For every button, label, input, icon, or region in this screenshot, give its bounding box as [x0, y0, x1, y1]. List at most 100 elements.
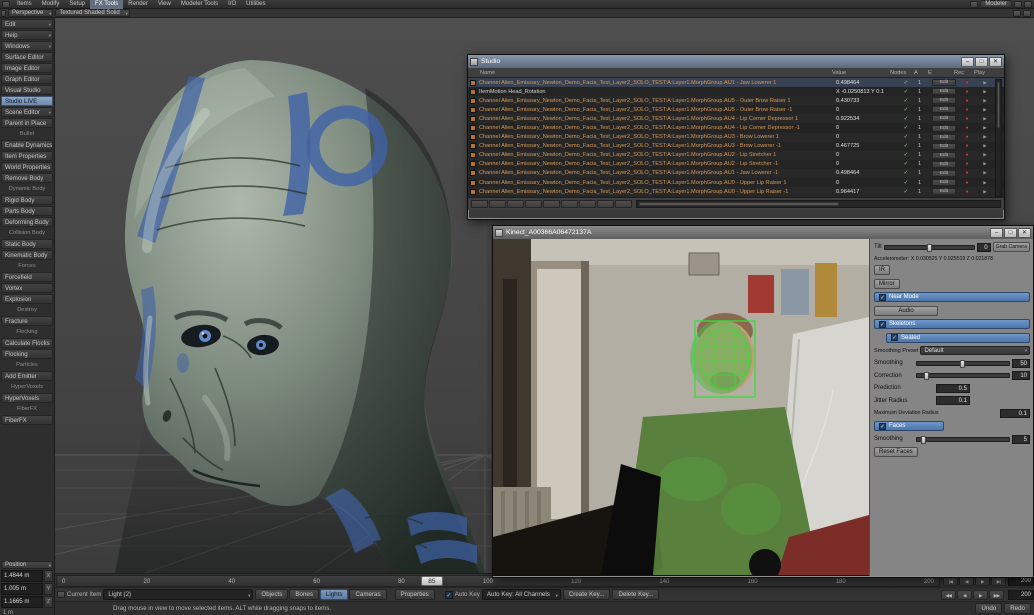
sidebar-item-enable-dynamics[interactable]: Enable Dynamics: [1, 140, 53, 150]
shading-mode-dropdown[interactable]: Textured Shaded Solid: [55, 9, 129, 17]
play-icon[interactable]: ▶: [976, 152, 994, 158]
record-icon[interactable]: ●: [958, 170, 976, 176]
smoothing-slider[interactable]: [916, 361, 1010, 366]
channel-row[interactable]: Channel Alien_Emissary_Newton_Demo_Facia…: [468, 123, 1004, 132]
seated-toggle[interactable]: ✓ Seated: [886, 333, 1030, 343]
record-icon[interactable]: ●: [958, 134, 976, 140]
modeler-button[interactable]: Modeler: [980, 0, 1012, 8]
play-icon[interactable]: ▶: [976, 89, 994, 95]
channel-row[interactable]: Channel Alien_Emissary_Newton_Demo_Facia…: [468, 96, 1004, 105]
play-icon[interactable]: ▶: [976, 161, 994, 167]
vertical-scrollbar[interactable]: [995, 79, 1002, 197]
studio-footer-button[interactable]: [615, 200, 632, 208]
channel-row[interactable]: Channel Alien_Emissary_Newton_Demo_Facia…: [468, 187, 1004, 196]
current-item-dropdown[interactable]: Light (2): [103, 589, 253, 600]
channel-value[interactable]: X -0.0250813 Y 0.1: [836, 89, 894, 95]
column-nodes[interactable]: Nodes: [890, 70, 914, 76]
column-name[interactable]: Name: [468, 70, 832, 76]
nodes-check-icon[interactable]: ✓: [894, 89, 918, 95]
record-icon[interactable]: ●: [958, 125, 976, 131]
tilt-slider[interactable]: [884, 245, 975, 250]
sidebar-item-vortex[interactable]: Vortex: [1, 283, 53, 293]
close-button[interactable]: ✕: [989, 57, 1002, 67]
sidebar-item-rigid-body[interactable]: Rigid Body: [1, 195, 53, 205]
sidebar-item-edit[interactable]: Edit: [1, 19, 53, 29]
kinect-window-titlebar[interactable]: Kinect_A00366A06472137A – □ ✕: [493, 226, 1033, 239]
menu-view[interactable]: View: [153, 0, 176, 9]
channel-value[interactable]: 0: [836, 152, 894, 158]
sidebar-item-fiberfx[interactable]: FiberFX: [1, 415, 53, 425]
studio-footer-button[interactable]: [597, 200, 614, 208]
grab-camera-button[interactable]: Grab Camera: [993, 242, 1030, 252]
skeletons-toggle[interactable]: ✓ Skeletons: [874, 319, 1030, 329]
edit-button[interactable]: Edit: [932, 79, 956, 86]
z-position-field[interactable]: 1.1665 m: [1, 596, 43, 608]
play-icon[interactable]: ▶: [976, 143, 994, 149]
transport-button[interactable]: ▶▶: [989, 590, 1004, 600]
minimize-button[interactable]: –: [961, 57, 974, 67]
close-button[interactable]: ✕: [1018, 228, 1031, 238]
edit-button[interactable]: Edit: [932, 88, 956, 95]
play-icon[interactable]: ▶: [976, 189, 994, 195]
menu-fx-tools[interactable]: FX Tools: [90, 0, 123, 9]
near-mode-toggle[interactable]: ✓ Near Mode: [874, 292, 1030, 302]
column-rec[interactable]: Rec: [954, 70, 974, 76]
channel-value[interactable]: 0: [836, 107, 894, 113]
x-axis-toggle[interactable]: X: [44, 570, 53, 582]
smoothing-preset-dropdown[interactable]: Default: [920, 346, 1030, 355]
nodes-check-icon[interactable]: ✓: [894, 125, 918, 131]
menu-items[interactable]: Items: [12, 0, 37, 9]
coordinate-mode-dropdown[interactable]: Position: [1, 561, 53, 569]
sidebar-item-scene-editor[interactable]: Scene Editor: [1, 107, 53, 117]
minimize-button[interactable]: –: [990, 228, 1003, 238]
play-icon[interactable]: ▶: [976, 170, 994, 176]
channel-row[interactable]: Channel Alien_Emissary_Newton_Demo_Facia…: [468, 133, 1004, 142]
studio-footer-button[interactable]: [525, 200, 542, 208]
sidebar-item-fracture[interactable]: Fracture: [1, 316, 53, 326]
sidebar-item-static-body[interactable]: Static Body: [1, 239, 53, 249]
correction-value[interactable]: 10: [1012, 371, 1030, 380]
y-position-field[interactable]: 1.005 m: [1, 583, 43, 595]
edit-button[interactable]: Edit: [932, 188, 956, 195]
studio-footer-button[interactable]: [579, 200, 596, 208]
record-icon[interactable]: ●: [958, 180, 976, 186]
menu-render[interactable]: Render: [123, 0, 153, 9]
sidebar-item-remove-body[interactable]: Remove Body: [1, 173, 53, 183]
studio-window-titlebar[interactable]: Studio – □ ✕: [468, 55, 1004, 68]
y-axis-toggle[interactable]: Y: [44, 583, 53, 595]
channel-value[interactable]: 0.430733: [836, 98, 894, 104]
play-icon[interactable]: ▶: [976, 125, 994, 131]
channel-value[interactable]: 0: [836, 161, 894, 167]
transport-button[interactable]: ◀◀: [941, 590, 956, 600]
column-e[interactable]: E: [928, 70, 954, 76]
faces-smoothing-value[interactable]: 5: [1012, 435, 1030, 444]
studio-footer-button[interactable]: [507, 200, 524, 208]
channel-row[interactable]: Channel Alien_Emissary_Newton_Demo_Facia…: [468, 151, 1004, 160]
mirror-button[interactable]: Mirror: [874, 279, 900, 289]
nodes-check-icon[interactable]: ✓: [894, 152, 918, 158]
menu-setup[interactable]: Setup: [64, 0, 90, 9]
record-icon[interactable]: ●: [958, 116, 976, 122]
sidebar-item-forcefield[interactable]: Forcefield: [1, 272, 53, 282]
sidebar-item-help[interactable]: Help: [1, 30, 53, 40]
channel-value[interactable]: 0.964417: [836, 189, 894, 195]
play-icon[interactable]: ▶: [976, 134, 994, 140]
smoothing-value[interactable]: 50: [1012, 359, 1030, 368]
edit-button[interactable]: Edit: [932, 115, 956, 122]
channel-value[interactable]: 0.922534: [836, 116, 894, 122]
horizontal-scrollbar[interactable]: [636, 200, 1001, 208]
menu-modeler-tools[interactable]: Modeler Tools: [176, 0, 223, 9]
faces-toggle[interactable]: ✓ Faces: [874, 421, 944, 431]
pan-icon[interactable]: [1013, 10, 1021, 17]
play-icon[interactable]: ▶: [976, 107, 994, 113]
column-value[interactable]: Value: [832, 70, 890, 76]
end-frame-field-2[interactable]: 200: [1008, 590, 1034, 600]
record-icon[interactable]: ●: [958, 89, 976, 95]
record-icon[interactable]: ●: [958, 152, 976, 158]
edit-button[interactable]: Edit: [932, 179, 956, 186]
x-position-field[interactable]: 1.4844 m: [1, 570, 43, 582]
record-icon[interactable]: ●: [958, 189, 976, 195]
channel-value[interactable]: 0.498464: [836, 80, 894, 86]
play-icon[interactable]: ▶: [976, 180, 994, 186]
sidebar-item-surface-editor[interactable]: Surface Editor: [1, 52, 53, 62]
